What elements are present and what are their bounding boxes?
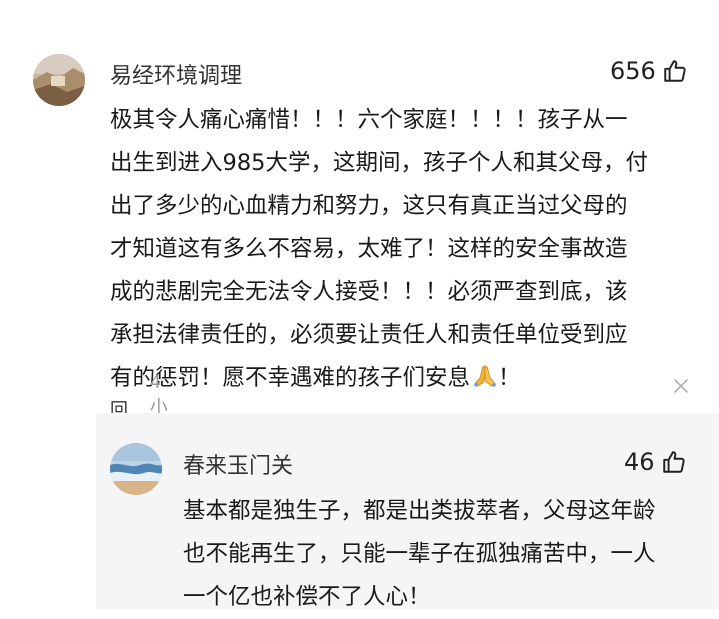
comment-line: 成的悲剧完全无法令人接受！！！必须严查到底，该 xyxy=(110,279,628,305)
comment-text: 极其令人痛心痛惜！！！六个家庭！！！！孩子从一 出生到进入985大学，这期间，孩… xyxy=(110,99,648,400)
username[interactable]: 春来玉门关 xyxy=(183,448,293,480)
thumbs-up-icon xyxy=(662,451,685,473)
comment-line: 才知道这有多么不容易，太难了！这样的安全事故造 xyxy=(110,236,628,262)
comment-line: 承担法律责任的，必须要让责任人和责任单位受到应 xyxy=(110,322,628,348)
like-button[interactable]: 656 xyxy=(610,57,688,85)
folded-hands-icon xyxy=(474,365,497,387)
comment-line: 基本都是独生子，都是出类拔萃者，父母这年龄 xyxy=(183,498,656,524)
thumbs-up-icon xyxy=(664,60,686,82)
like-count: 46 xyxy=(624,448,655,476)
avatar-image xyxy=(33,54,85,106)
comment-line: 极其令人痛心痛惜！！！六个家庭！！！！孩子从一 xyxy=(110,107,628,133)
comment-line: 出生到进入985大学，这期间，孩子个人和其父母，付 xyxy=(110,150,648,176)
comment-line: ！ xyxy=(498,365,521,391)
avatar[interactable] xyxy=(110,443,162,495)
close-icon[interactable] xyxy=(673,378,689,394)
username[interactable]: 易经环境调理 xyxy=(110,58,242,90)
comment-line: 一个亿也补偿不了人心！ xyxy=(183,584,431,610)
comment-line-last: 有的惩罚！愿不幸遇难的孩子们安息 ！ xyxy=(110,357,648,400)
like-count: 656 xyxy=(610,57,656,85)
comment-line: 也不能再生了，只能一辈子在孤独痛苦中，一人 xyxy=(183,541,656,567)
comment-text: 基本都是独生子，都是出类拔萃者，父母这年龄 也不能再生了，只能一辈子在孤独痛苦中… xyxy=(183,490,656,619)
avatar[interactable] xyxy=(33,54,85,106)
like-button[interactable]: 46 xyxy=(624,448,687,476)
avatar-image xyxy=(110,443,162,495)
comment-line: 出了多少的心血精力和努力，这只有真正当过父母的 xyxy=(110,193,628,219)
